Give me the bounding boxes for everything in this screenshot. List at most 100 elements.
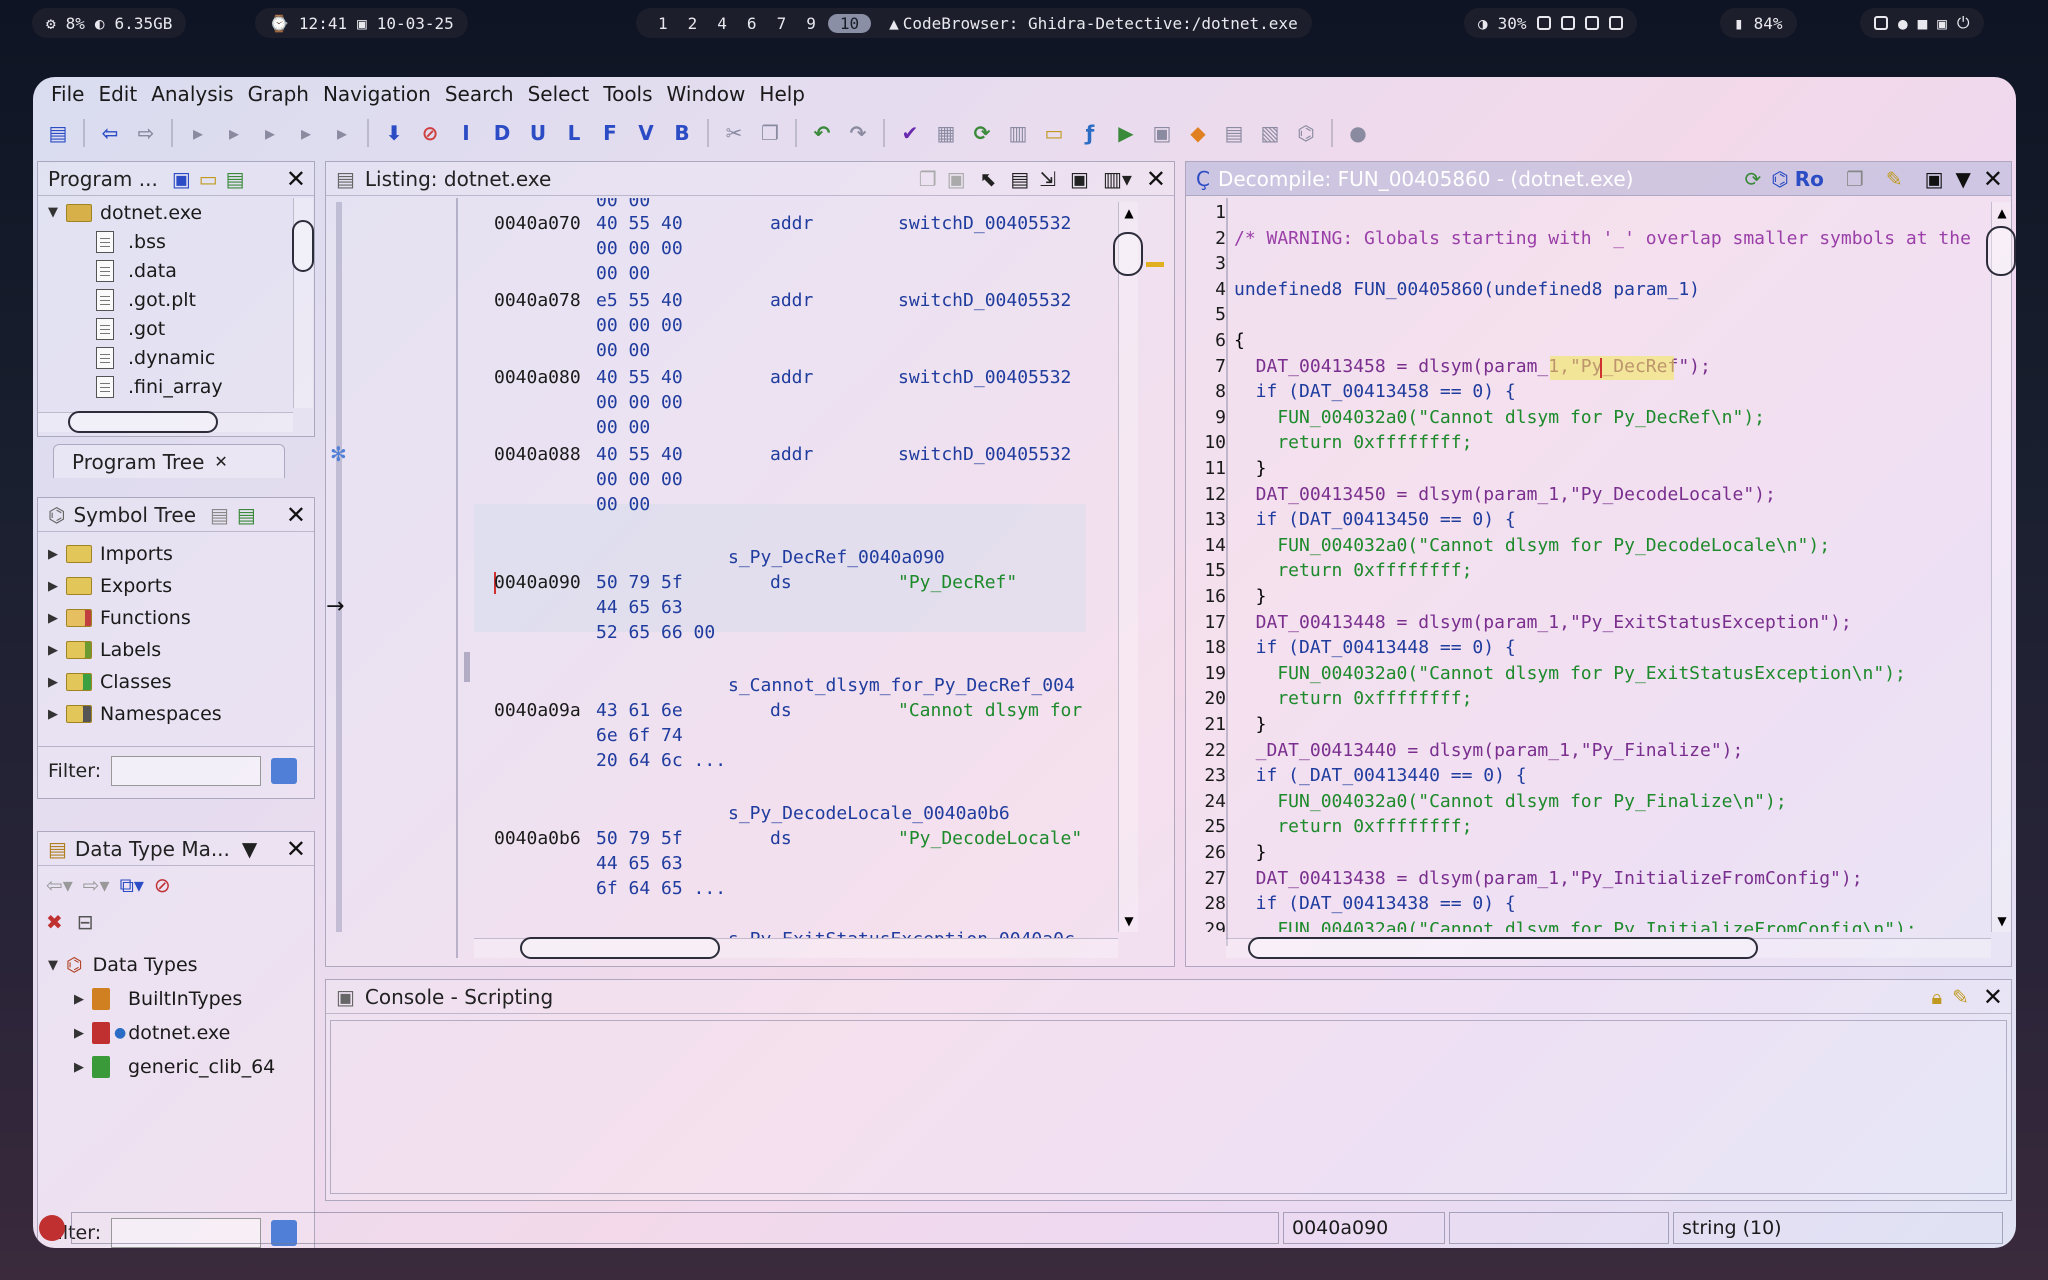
options-icon[interactable]: ▥▾ [1103,167,1132,191]
windows-icon[interactable]: ■ [1918,14,1928,33]
down-arrow-icon[interactable]: ⬇ [379,118,409,148]
redo-icon[interactable]: ↷ [843,118,873,148]
snapshot-icon[interactable]: ▣ [1925,167,1944,191]
refresh-icon[interactable]: ⟳ [967,118,997,148]
workspace-7[interactable]: 7 [769,14,795,33]
clear-code-icon[interactable]: ⊘ [415,118,445,148]
tab-close-icon[interactable]: ✕ [214,452,227,471]
refresh-icon[interactable]: ⟳ [1745,167,1762,191]
export-icon[interactable]: ▤ [226,167,245,191]
workspace-10-active[interactable]: 10 [827,13,872,33]
diff-icon[interactable]: ⇲ [1039,167,1056,191]
nav-icon-3[interactable]: ▸ [255,118,285,148]
filter-off-icon[interactable]: ⊘ [154,873,171,897]
scroll-thumb[interactable] [292,220,314,272]
expand-toggle-icon[interactable]: ▶ [72,992,86,1007]
menu-select[interactable]: Select [522,82,596,106]
scroll-down-icon[interactable]: ▼ [1992,914,2012,928]
disassemble-tool-b[interactable]: B [667,118,697,148]
menu-tools[interactable]: Tools [597,82,658,106]
scroll-up-icon[interactable]: ▲ [1119,206,1139,220]
export-icon[interactable]: ▤ [237,503,256,527]
disassemble-tool-f[interactable]: F [595,118,625,148]
menu-help[interactable]: Help [753,82,811,106]
horizontal-scrollbar[interactable] [38,411,293,433]
power-icon[interactable]: ⏻ [1957,13,1970,33]
checkmark-icon[interactable]: ✔ [895,118,925,148]
create-icon[interactable]: ▤ [210,503,229,527]
listing-vertical-scrollbar[interactable]: ▲ ▼ [1113,202,1143,932]
files-icon[interactable] [1874,16,1888,30]
workspace-4[interactable]: 4 [709,14,735,33]
close-icon[interactable]: ✕ [1146,165,1166,193]
memory-map-icon[interactable]: ▤ [1219,118,1249,148]
paste-icon[interactable]: ▣ [947,167,966,191]
scroll-thumb[interactable] [68,411,218,433]
tree-item-imports[interactable]: ▶ Imports [38,538,314,570]
expand-toggle-icon[interactable]: ▶ [46,579,60,594]
symbol-filter-input[interactable] [111,756,262,786]
menu-window[interactable]: Window [661,82,752,106]
tree-item-exports[interactable]: ▶ Exports [38,570,314,602]
undo-icon[interactable]: ↶ [807,118,837,148]
tray-icon-b[interactable] [1584,16,1599,30]
run-script-icon[interactable]: ▶ [1111,118,1141,148]
decompiler-vertical-scrollbar[interactable]: ▲ ▼ [1986,202,2016,932]
workspace-6[interactable]: 6 [739,14,765,33]
back-arrow-icon[interactable]: ⇦▾ [46,873,73,897]
folder-icon[interactable]: ▭ [1039,118,1069,148]
lock-icon[interactable]: ▣ [1937,14,1947,33]
splitter-handle[interactable] [464,652,470,682]
tree-item-functions[interactable]: ▶ Functions [38,602,314,634]
tree-icon[interactable]: ⌬ [1291,118,1321,148]
scroll-thumb[interactable] [1986,226,2016,276]
tree-item[interactable]: .fini_array [38,372,293,401]
workspace-9[interactable]: 9 [798,14,824,33]
collapse-all-icon[interactable]: ⊟ [77,910,94,934]
expand-toggle-icon[interactable]: ▼ [46,958,60,973]
tree-item-clib[interactable]: ▶ generic_clib_64 [38,1050,314,1084]
save-icon[interactable]: ▤ [43,118,73,148]
readonly-toggle[interactable]: Ro [1795,167,1824,191]
close-icon[interactable]: ✕ [1983,165,2003,193]
keyboard-icon[interactable] [1608,16,1623,30]
disassemble-tool-d[interactable]: D [487,118,517,148]
diamond-icon[interactable]: ◆ [1183,118,1213,148]
snapshot-icon[interactable]: ▣ [1070,167,1089,191]
disassemble-tool-l[interactable]: L [559,118,589,148]
overview-margin[interactable] [1146,202,1166,932]
tab-program-tree[interactable]: Program Tree ✕ [53,444,285,478]
copy-icon[interactable]: ❐ [1846,167,1864,191]
ghidra-status-icon[interactable] [39,1215,65,1241]
console-output[interactable] [330,1020,2007,1194]
scroll-thumb[interactable] [1248,937,1758,959]
navigation-margin[interactable] [336,202,342,932]
disassemble-tool-u[interactable]: U [523,118,553,148]
tree-item-program[interactable]: ▶ ● dotnet.exe [38,1016,314,1050]
listing-view[interactable]: 00 00 0040a070 40 55 40 addr switchD_004055… [474,198,1086,938]
tree-item[interactable]: .data [38,256,293,285]
graph-icon[interactable]: ⌬ [1771,167,1788,191]
new-tree-icon[interactable]: ▣ [172,167,191,191]
close-icon[interactable]: ✕ [286,501,306,529]
back-arrow-icon[interactable]: ⇦ [95,118,125,148]
tree-item-builtin[interactable]: ▶ BuiltInTypes [38,982,314,1016]
filter-options-icon[interactable] [271,758,298,784]
patch-icon[interactable]: ▧ [1255,118,1285,148]
menu-navigation[interactable]: Navigation [317,82,437,106]
menu-edit[interactable]: Edit [92,82,143,106]
cursor-select-icon[interactable]: ⬉ [980,167,997,191]
clear-console-icon[interactable]: ✎ [1952,985,1969,1009]
forward-arrow-icon[interactable]: ⇨ [131,118,161,148]
close-icon[interactable]: ✕ [286,835,306,863]
disassemble-tool-i[interactable]: I [451,118,481,148]
open-tree-icon[interactable]: ▭ [199,167,218,191]
expand-toggle-icon[interactable]: ▶ [72,1026,86,1041]
forward-arrow-icon[interactable]: ⇨▾ [83,873,110,897]
screen-icon[interactable] [1536,16,1551,30]
expand-toggle-icon[interactable]: ▶ [46,611,60,626]
expand-toggle-icon[interactable]: ▶ [46,643,60,658]
scroll-down-icon[interactable]: ▼ [1119,914,1139,928]
function-graph-icon[interactable]: ƒ [1075,118,1105,148]
bytes-icon[interactable]: ▦ [931,118,961,148]
